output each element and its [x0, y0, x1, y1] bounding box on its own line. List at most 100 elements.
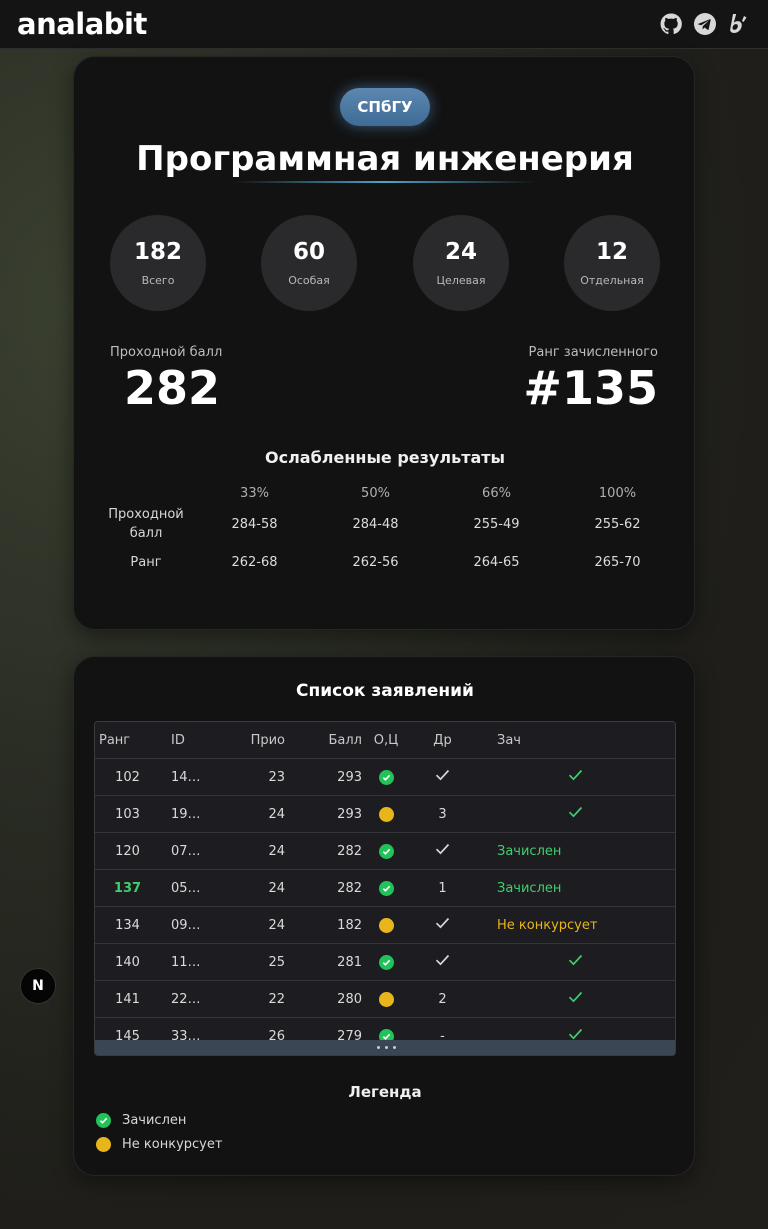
table-row[interactable]: 141 22… 22 280 2: [95, 981, 675, 1018]
weakened-cell: 284-48: [352, 516, 399, 532]
score-cell: 282: [337, 843, 362, 859]
table-row[interactable]: 137 05… 24 282 1 Зачислен: [95, 870, 675, 907]
weakened-cell: 262-56: [352, 554, 399, 570]
table-row[interactable]: 140 11… 25 281: [95, 944, 675, 981]
legend-title: Легенда: [348, 1083, 422, 1101]
prio-cell: 24: [268, 806, 285, 822]
score-cell: 182: [337, 917, 362, 933]
enrolled-cell: [475, 769, 675, 785]
col-prio-header[interactable]: Прио: [215, 733, 285, 748]
weakened-cell: 265-70: [594, 554, 641, 570]
weakened-row: Проходной балл 284-58 284-48 255-49 255-…: [98, 505, 678, 543]
stat-value: 12: [595, 239, 628, 265]
top-bar: analabit: [0, 0, 768, 49]
yellow-dot-icon: [96, 1137, 111, 1152]
grip-dot: [392, 1046, 396, 1049]
check-icon: [435, 843, 450, 859]
weakened-col-header: 66%: [482, 485, 511, 501]
b-brand-icon[interactable]: [726, 11, 752, 37]
prio-cell: 24: [268, 880, 285, 896]
passing-score-label: Проходной балл: [110, 345, 223, 360]
check-icon: [568, 769, 583, 785]
green-check-icon: [378, 880, 394, 896]
enrolled-rank-label: Ранг зачисленного: [528, 345, 658, 360]
enrolled-cell: [475, 954, 675, 970]
table-resize-handle[interactable]: [95, 1040, 675, 1055]
prio-cell: 24: [268, 917, 285, 933]
enrolled-status: Зачислен: [497, 843, 562, 859]
enrolled-cell: [475, 991, 675, 1007]
col-score-header[interactable]: Балл: [285, 733, 362, 748]
prio-cell: 22: [268, 991, 285, 1007]
weakened-cell: 255-62: [594, 516, 641, 532]
enrolled-cell: [475, 806, 675, 822]
weakened-row: Ранг 262-68 262-56 264-65 265-70: [98, 543, 678, 581]
rank-cell: 120: [115, 843, 140, 859]
grip-dot: [384, 1046, 388, 1049]
other-cell: 3: [410, 807, 475, 822]
green-check-icon: [378, 769, 394, 785]
rank-cell: 102: [115, 769, 140, 785]
applications-table[interactable]: Ранг ID Прио Балл О,Ц Др Зач 102 14… 23 293…: [94, 721, 676, 1056]
yellow-dot-icon: [378, 917, 394, 933]
score-cell: 280: [337, 991, 362, 1007]
weakened-col-header: 100%: [598, 485, 637, 501]
table-row[interactable]: 120 07… 24 282 Зачислен: [95, 833, 675, 870]
weakened-col-header: 33%: [240, 485, 269, 501]
legend-label: Не конкурсует: [122, 1137, 223, 1152]
rank-cell: 140: [115, 954, 140, 970]
col-rank-header[interactable]: Ранг: [95, 733, 160, 748]
id-cell: 09…: [171, 917, 201, 933]
stat-value: 60: [292, 239, 325, 265]
table-row[interactable]: 102 14… 23 293: [95, 759, 675, 796]
oc-cell: [362, 769, 410, 785]
applications-title: Список заявлений: [296, 681, 474, 701]
weakened-header-row: 33% 50% 66% 100%: [98, 481, 678, 505]
weakened-cell: 262-68: [231, 554, 278, 570]
other-value: 3: [438, 806, 447, 822]
legend-label: Зачислен: [122, 1113, 187, 1128]
check-icon: [568, 954, 583, 970]
oc-cell: [362, 880, 410, 896]
col-enrolled-header[interactable]: Зач: [475, 733, 675, 748]
stat-value: 182: [133, 239, 182, 265]
yellow-dot-icon: [378, 806, 394, 822]
score-cell: 281: [337, 954, 362, 970]
github-icon[interactable]: [658, 11, 684, 37]
legend-item-not-competing: Не конкурсует: [96, 1137, 222, 1152]
enrolled-rank-value: #135: [523, 361, 658, 415]
prio-cell: 23: [268, 769, 285, 785]
oc-cell: [362, 806, 410, 822]
site-logo[interactable]: analabit: [17, 7, 147, 41]
col-other-header[interactable]: Др: [410, 733, 475, 748]
stat-label: Отдельная: [580, 274, 644, 287]
stat-label: Целевая: [436, 274, 486, 287]
program-title: Программная инженерия: [136, 139, 634, 179]
enrolled-status: Не конкурсует: [497, 917, 598, 933]
university-badge[interactable]: СПбГУ: [340, 88, 430, 126]
table-row[interactable]: 103 19… 24 293 3: [95, 796, 675, 833]
col-oc-header[interactable]: О,Ц: [362, 733, 410, 748]
header-icons: [658, 11, 752, 37]
col-id-header[interactable]: ID: [160, 733, 215, 748]
weakened-cell: 255-49: [473, 516, 520, 532]
rank-cell: 134: [115, 917, 140, 933]
other-cell: [410, 843, 475, 859]
rank-cell: 137: [113, 880, 142, 896]
telegram-icon[interactable]: [692, 11, 718, 37]
score-cell: 293: [337, 806, 362, 822]
table-row[interactable]: 134 09… 24 182 Не конкурсует: [95, 907, 675, 944]
oc-cell: [362, 843, 410, 859]
next-dev-badge[interactable]: N: [20, 968, 56, 1004]
other-cell: [410, 954, 475, 970]
weakened-cell: 284-58: [231, 516, 278, 532]
other-cell: 2: [410, 992, 475, 1007]
id-cell: 11…: [171, 954, 201, 970]
rank-cell: 103: [115, 806, 140, 822]
id-cell: 07…: [171, 843, 201, 859]
weakened-row-label: Ранг: [130, 554, 162, 570]
prio-cell: 24: [268, 843, 285, 859]
other-cell: [410, 917, 475, 933]
oc-cell: [362, 991, 410, 1007]
stat-target: 24 Целевая: [413, 215, 509, 311]
